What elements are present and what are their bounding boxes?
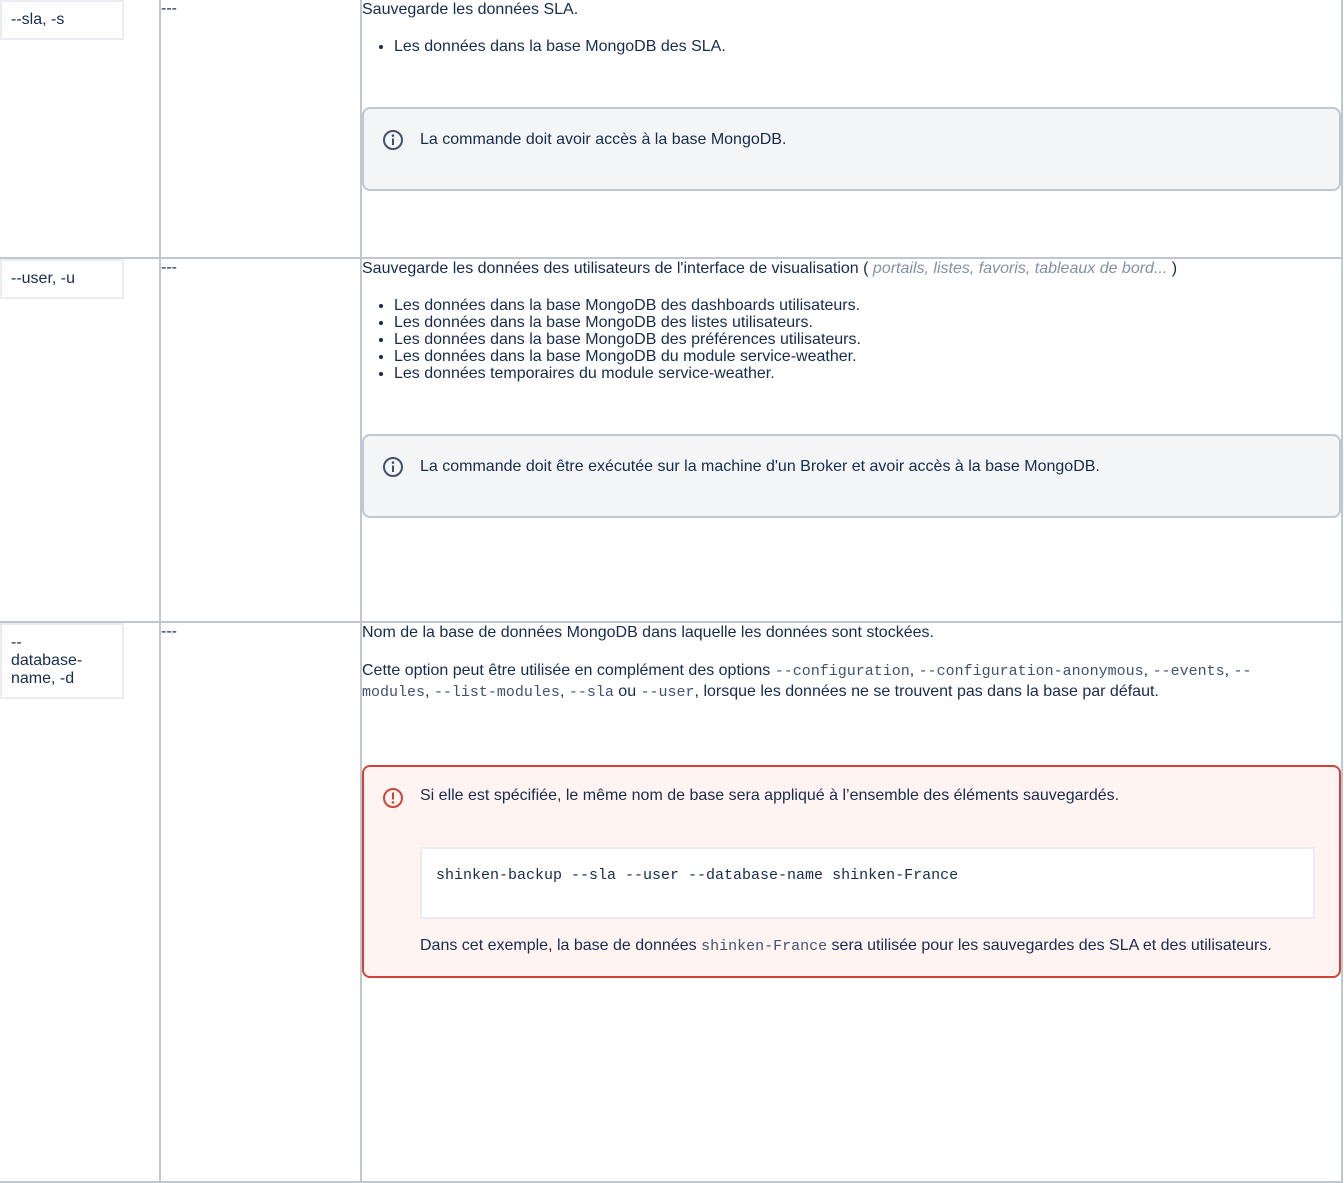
list-item: Les données dans la base MongoDB des SLA… — [394, 38, 1341, 55]
description-cell: Nom de la base de données MongoDB dans l… — [360, 621, 1343, 1183]
table-row: --user, -u --- Sauvegarde les données de… — [0, 257, 1343, 623]
description-text: Sauvegarde les données SLA. — [362, 1, 579, 18]
info-text: La commande doit avoir accès à la base M… — [420, 131, 787, 148]
description-text: Nom de la base de données MongoDB dans l… — [362, 624, 934, 641]
list-item: Les données dans la base MongoDB des lis… — [394, 314, 1341, 331]
option-name: --sla, -s — [0, 0, 124, 40]
default-cell: --- — [159, 621, 362, 1183]
default-cell: --- — [159, 257, 362, 623]
options-table: --sla, -s --- Sauvegarde les données SLA… — [0, 0, 1343, 1183]
warning-text: Si elle est spécifiée, le même nom de ba… — [420, 787, 1120, 804]
description-cell: Sauvegarde les données des utilisateurs … — [360, 257, 1343, 623]
bullet-list: Les données dans la base MongoDB des SLA… — [362, 38, 1341, 55]
description-link[interactable]: portails, listes, favoris, tableaux de b… — [873, 260, 1167, 277]
info-panel: La commande doit être exécutée sur la ma… — [362, 434, 1341, 518]
list-item: Les données temporaires du module servic… — [394, 365, 1341, 382]
table-row: --sla, -s --- Sauvegarde les données SLA… — [0, 0, 1343, 259]
option-cell: --user, -u — [0, 257, 161, 623]
info-text: La commande doit être exécutée sur la ma… — [420, 458, 1100, 475]
warning-panel: Si elle est spécifiée, le même nom de ba… — [362, 765, 1341, 978]
option-cell: --sla, -s — [0, 0, 161, 259]
list-item: Les données dans la base MongoDB du modu… — [394, 348, 1341, 365]
bullet-list: Les données dans la base MongoDB des das… — [362, 297, 1341, 382]
list-item: Les données dans la base MongoDB des das… — [394, 297, 1341, 314]
option-cell: -- database- name, -d — [0, 621, 161, 1183]
info-circle-icon — [383, 130, 403, 150]
description-text: Sauvegarde les données des utilisateurs … — [362, 260, 1178, 277]
table-row: -- database- name, -d --- Nom de la base… — [0, 621, 1343, 1183]
description-cell: Sauvegarde les données SLA. Les données … — [360, 0, 1343, 259]
code-block: shinken-backup --sla --user --database-n… — [420, 847, 1315, 919]
default-cell: --- — [159, 0, 362, 259]
option-name: -- database- name, -d — [0, 623, 124, 699]
info-circle-icon — [383, 457, 403, 477]
example-text: Dans cet exemple, la base de données shi… — [420, 937, 1272, 955]
list-item: Les données dans la base MongoDB des pré… — [394, 331, 1341, 348]
option-name: --user, -u — [0, 259, 124, 299]
info-panel: La commande doit avoir accès à la base M… — [362, 107, 1341, 191]
exclamation-circle-icon — [383, 788, 403, 808]
description-options-text: Cette option peut être utilisée en compl… — [362, 662, 1252, 701]
